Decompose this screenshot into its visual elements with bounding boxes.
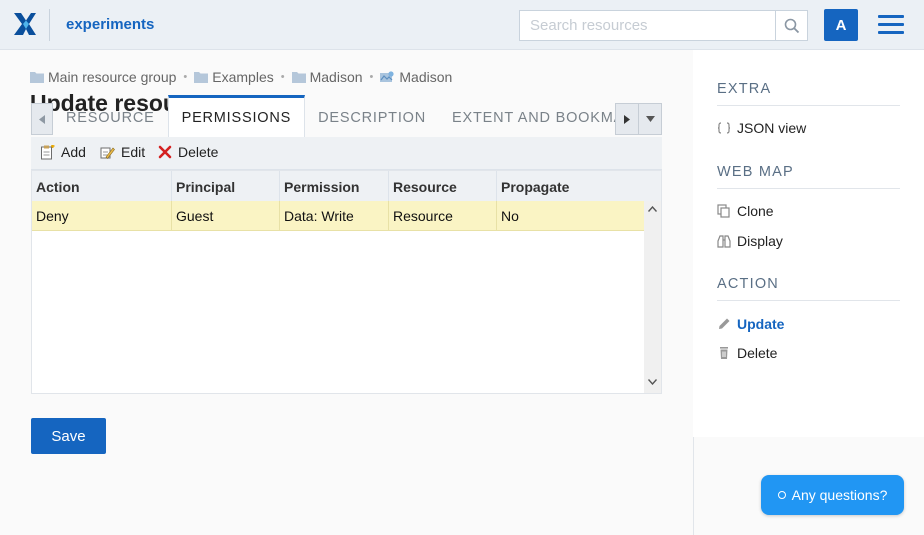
delete-button[interactable]: Delete	[158, 144, 218, 160]
table-row[interactable]: Deny Guest Data: Write Resource No	[32, 201, 644, 231]
tab-scroll-right-button[interactable]	[615, 103, 639, 135]
app-name[interactable]: experiments	[66, 16, 154, 33]
column-header-principal[interactable]: Principal	[172, 171, 280, 201]
sidebar-item-label: Delete	[737, 345, 778, 361]
tab-strip: RESOURCE PERMISSIONS DESCRIPTION EXTENT AND…	[53, 95, 615, 137]
permissions-grid: Action Principal Permission Resource Pro…	[31, 170, 662, 394]
top-header: experiments A	[0, 0, 924, 50]
grid-vertical-scrollbar[interactable]	[644, 201, 661, 393]
breadcrumb-item[interactable]: Madison	[380, 69, 452, 85]
breadcrumb-item[interactable]: Examples	[194, 69, 274, 85]
pencil-icon	[719, 318, 730, 329]
sidebar-item-label: Clone	[737, 203, 774, 219]
tab-scroll-left-button[interactable]	[31, 103, 53, 135]
breadcrumb-label: Madison	[309, 69, 363, 85]
tab-description[interactable]: DESCRIPTION	[305, 95, 439, 136]
copy-icon	[717, 204, 730, 218]
section-title-action: ACTION	[717, 276, 900, 301]
sidebar-item-display[interactable]: Display	[717, 233, 783, 249]
braces-icon	[717, 122, 731, 134]
edit-button[interactable]: Edit	[100, 144, 145, 160]
permissions-toolbar: Add Edit Delete	[31, 137, 662, 170]
sidebar-item-json-view[interactable]: JSON view	[717, 120, 806, 136]
breadcrumb-item[interactable]: Main resource group	[30, 69, 176, 85]
cell-permission: Data: Write	[280, 201, 389, 230]
breadcrumb-separator: •	[369, 71, 374, 83]
breadcrumb-label: Main resource group	[48, 69, 177, 85]
folder-icon	[30, 72, 44, 83]
cell-resource: Resource	[389, 201, 497, 230]
logo-icon[interactable]	[13, 11, 37, 37]
edit-icon	[100, 147, 115, 159]
sidebar-item-label: JSON view	[737, 120, 807, 136]
hamburger-menu-icon[interactable]	[878, 15, 904, 35]
section-title-extra: EXTRA	[717, 81, 900, 106]
cell-propagate: No	[501, 208, 519, 224]
column-header-propagate[interactable]: Propagate	[497, 171, 661, 201]
tab-bar: RESOURCE PERMISSIONS DESCRIPTION EXTENT AND…	[31, 95, 662, 137]
delete-x-icon	[158, 145, 172, 159]
column-header-permission[interactable]: Permission	[280, 171, 389, 201]
grid-header: Action Principal Permission Resource Pro…	[32, 171, 661, 201]
breadcrumb-label: Madison	[399, 69, 453, 85]
delete-button-label: Delete	[178, 144, 219, 160]
section-title-web-map: WEB MAP	[717, 164, 900, 189]
sidebar-item-label: Update	[737, 316, 785, 332]
cell-action: Deny	[32, 201, 172, 230]
breadcrumb-item[interactable]: Madison	[291, 69, 363, 85]
sidebar-item-clone[interactable]: Clone	[717, 203, 774, 219]
tab-list-menu-button[interactable]	[638, 103, 662, 135]
tab-extent-and-bookmark[interactable]: EXTENT AND BOOKMARK	[439, 95, 615, 136]
cell-principal: Guest	[172, 201, 280, 230]
logo-separator	[49, 9, 50, 41]
breadcrumb-label: Examples	[212, 69, 274, 85]
search-icon	[784, 18, 799, 33]
chevron-down-icon	[645, 116, 655, 122]
user-avatar-button[interactable]: A	[824, 9, 858, 41]
search-box	[519, 10, 780, 41]
webmap-icon	[380, 70, 394, 82]
caret-left-icon	[39, 114, 45, 124]
caret-right-icon	[624, 114, 630, 124]
search-button[interactable]	[776, 10, 808, 41]
folder-icon	[194, 72, 209, 83]
column-header-action[interactable]: Action	[32, 171, 172, 201]
scroll-down-icon[interactable]	[648, 379, 657, 385]
search-input[interactable]	[520, 11, 780, 40]
binoculars-icon	[717, 234, 731, 248]
scroll-up-icon[interactable]	[648, 206, 657, 212]
breadcrumb: Main resource group • Examples • Madison…	[30, 69, 452, 85]
add-document-icon	[41, 144, 55, 159]
sidebar-item-update[interactable]: Update	[717, 316, 784, 332]
add-button[interactable]: Add	[40, 144, 86, 160]
tab-resource[interactable]: RESOURCE	[53, 95, 168, 136]
edit-button-label: Edit	[121, 144, 146, 160]
add-button-label: Add	[61, 144, 86, 160]
chat-support-button[interactable]: Any questions?	[761, 475, 904, 515]
breadcrumb-separator: •	[183, 71, 188, 83]
sidebar-item-delete[interactable]: Delete	[717, 345, 777, 361]
folder-icon	[291, 72, 306, 83]
sidebar-item-label: Display	[737, 233, 783, 249]
trash-icon	[720, 347, 728, 359]
chat-button-label: Any questions?	[791, 487, 888, 503]
breadcrumb-separator: •	[280, 71, 285, 83]
right-sidebar: EXTRA JSON view WEB MAP Clone Display AC…	[693, 50, 924, 437]
column-header-resource[interactable]: Resource	[389, 171, 497, 201]
chat-icon	[777, 491, 786, 499]
save-button[interactable]: Save	[31, 418, 106, 454]
tab-permissions[interactable]: PERMISSIONS	[167, 95, 306, 137]
